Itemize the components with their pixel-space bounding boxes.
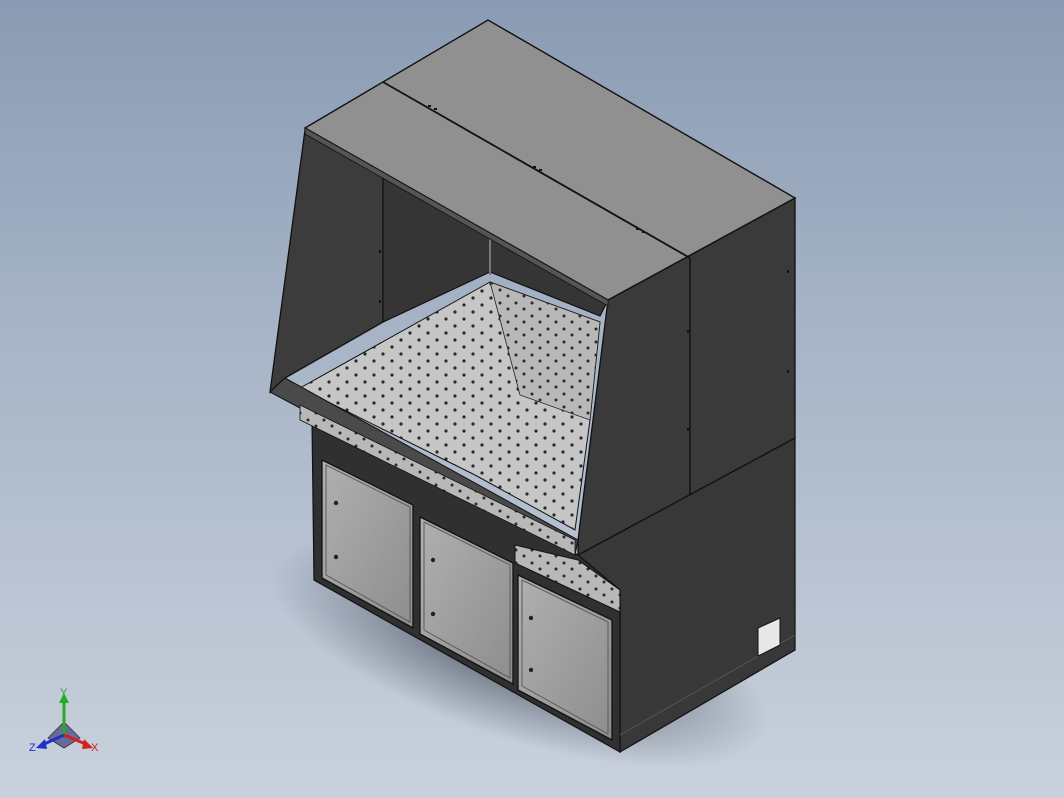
triad-z-label: Z: [29, 742, 36, 754]
model-view[interactable]: Y X Z: [0, 0, 1064, 798]
triad-y-label: Y: [60, 687, 68, 699]
triad-x-label: X: [91, 742, 99, 754]
coordinate-triad[interactable]: Y X Z: [29, 687, 99, 754]
graphics-viewport[interactable]: Y X Z: [0, 0, 1064, 798]
triad-z-arrow: [36, 739, 47, 749]
